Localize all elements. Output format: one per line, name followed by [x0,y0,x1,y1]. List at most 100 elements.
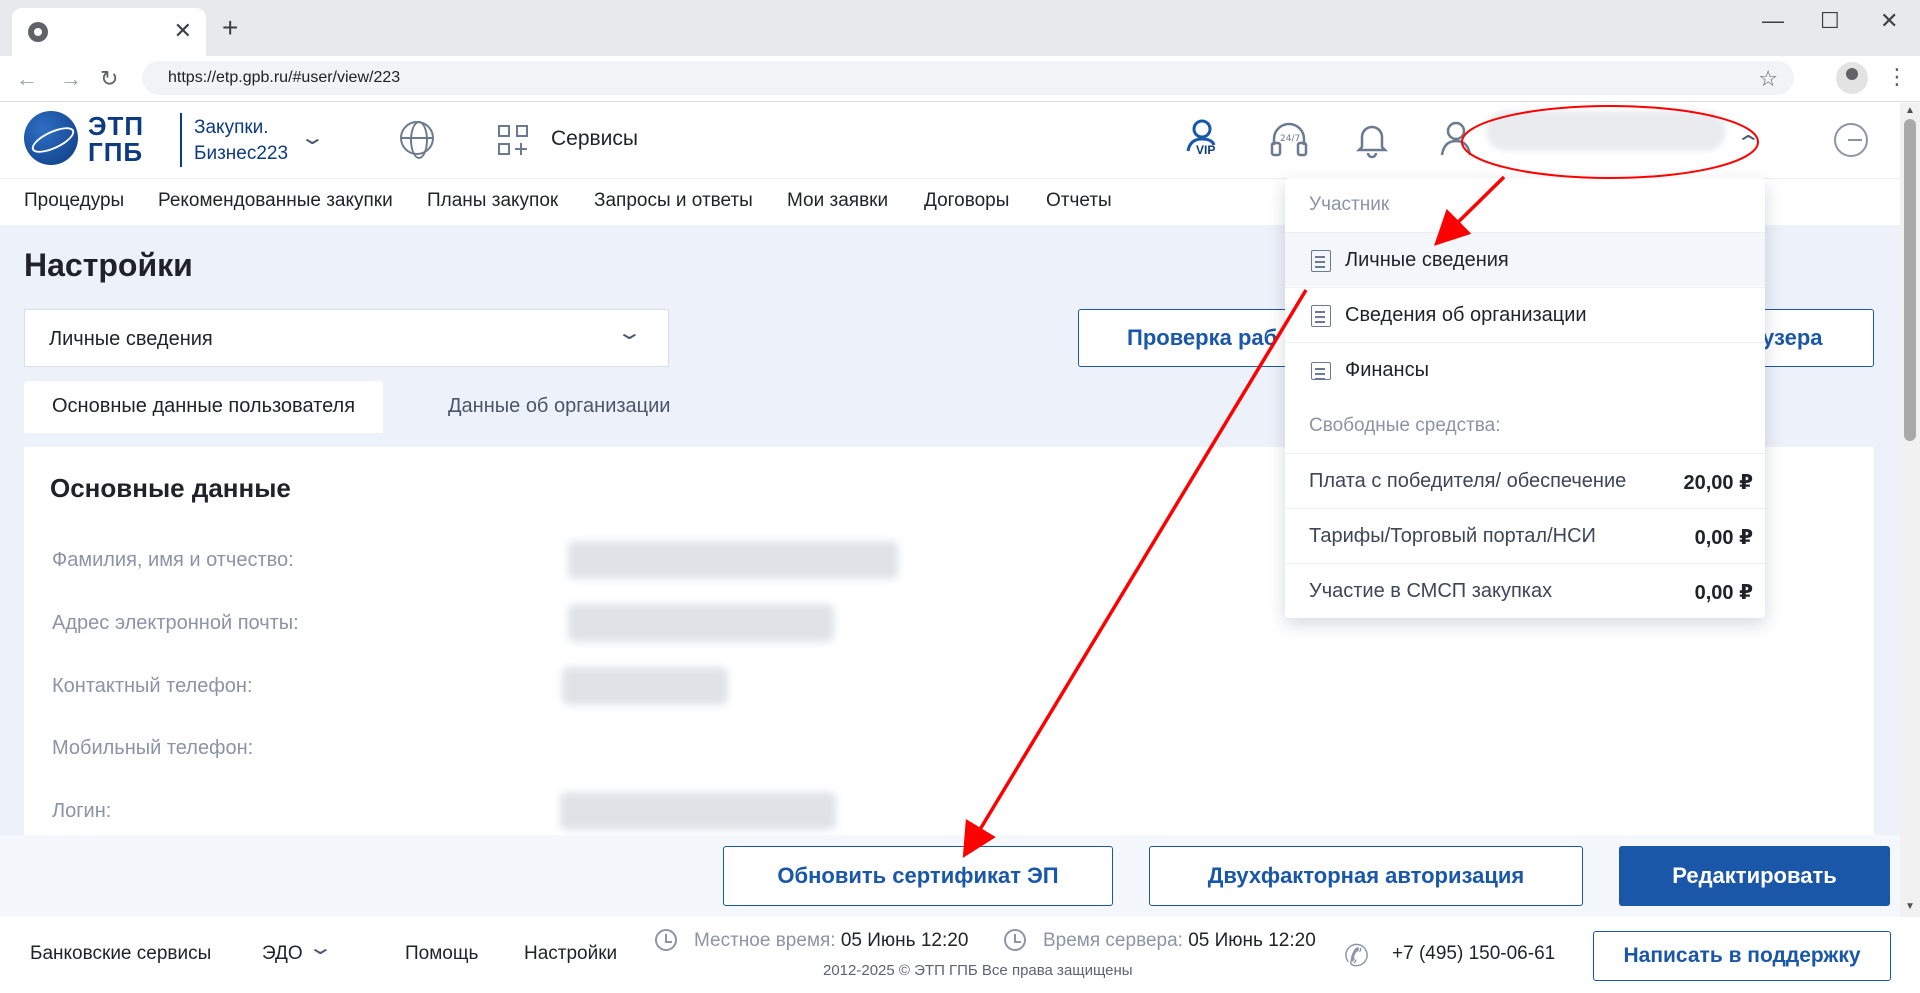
footer-help[interactable]: Помощь [405,943,478,965]
user-name-blurred[interactable] [1486,111,1726,151]
tab-org-data[interactable]: Данные об организации [420,381,698,433]
browser-tab-bar: ✕ + — ☐ ✕ [0,0,1920,56]
chrome-favicon-icon [28,22,48,42]
new-tab-icon[interactable]: + [222,14,238,42]
support-24-7-icon[interactable]: 24/7 [1266,117,1312,163]
select-chevron-down-icon: ⌄ [615,322,643,344]
server-time-clock-icon [1004,929,1026,951]
nav-plans[interactable]: Планы закупок [427,190,558,212]
server-time: Время сервера: 05 Июнь 12:20 [1043,930,1316,952]
phone-number[interactable]: +7 (495) 150-06-61 [1392,943,1555,965]
footer-settings[interactable]: Настройки [524,943,617,965]
document-user-icon [1311,250,1331,272]
settings-section-select[interactable]: Личные сведения ⌄ [24,309,669,367]
logo-text[interactable]: ЭТП ГПБ [88,113,168,165]
reload-icon[interactable]: ↻ [100,66,118,92]
browser-check-label: узера [1762,325,1823,350]
server-time-label: Время сервера: [1043,930,1183,951]
write-support-button[interactable]: Написать в поддержку [1593,931,1891,981]
field-value-login-blurred [560,792,836,830]
dropdown-item-personal[interactable]: Личные сведения [1285,232,1765,286]
vip-badge: VIP [1196,143,1216,157]
dropdown-item-organization[interactable]: Сведения об организации [1285,287,1765,341]
update-certificate-button[interactable]: Обновить сертификат ЭП [723,846,1113,906]
local-time-value: 05 Июнь 12:20 [840,930,969,951]
field-label-phone: Контактный телефон: [52,675,253,697]
dropdown-section-participant: Участник [1309,194,1390,215]
scroll-up-icon[interactable]: ▲ [1905,105,1915,116]
product-switcher[interactable]: Закупки. Бизнес223 [194,115,304,167]
browser-check-button[interactable]: узера [1762,309,1874,367]
nav-my-bids[interactable]: Мои заявки [787,190,888,212]
logout-icon[interactable] [1834,123,1868,157]
field-label-fullname: Фамилия, имя и отчество: [52,549,294,571]
two-factor-button[interactable]: Двухфакторная авторизация [1149,846,1583,906]
field-label-login: Логин: [52,800,112,822]
forward-icon[interactable]: → [60,66,82,92]
edo-chevron-down-icon[interactable]: ⌄ [307,935,334,960]
field-value-fullname-blurred [568,541,898,579]
list-icon [1311,305,1331,327]
footer-bank-services[interactable]: Банковские сервисы [30,943,211,965]
dropdown-item-finances-label: Финансы [1345,359,1429,381]
nav-procedures[interactable]: Процедуры [24,190,124,212]
dropdown-section-funds: Свободные средства: [1309,415,1501,436]
dropdown-item-personal-label: Личные сведения [1345,249,1509,271]
page-title: Настройки [24,247,193,283]
field-value-email-blurred [568,604,834,642]
local-time-label: Местное время: [694,930,836,951]
settings-select-value: Личные сведения [49,328,213,350]
action-bar: Обновить сертификат ЭП Двухфакторная авт… [0,835,1900,917]
bookmark-star-icon[interactable]: ☆ [1758,66,1778,92]
server-time-value: 05 Июнь 12:20 [1188,930,1316,951]
browser-tab[interactable]: ✕ [12,8,206,56]
services-label[interactable]: Сервисы [551,127,638,151]
tab-user-data[interactable]: Основные данные пользователя [24,381,384,433]
copyright: 2012-2025 © ЭТП ГПБ Все права защищены [823,962,1133,979]
nav-requests[interactable]: Запросы и ответы [594,190,753,212]
etp-globe-logo-icon[interactable] [24,111,78,165]
edit-button[interactable]: Редактировать [1619,846,1890,906]
user-menu-chevron-icon[interactable]: ⌄ [1735,129,1762,154]
product-chevron-down-icon[interactable]: ⌄ [299,125,326,150]
url-text: https://etp.gpb.ru/#user/view/223 [168,69,401,86]
services-grid-icon[interactable] [498,125,530,157]
close-tab-icon[interactable]: ✕ [174,18,192,44]
bell-icon[interactable] [1350,117,1396,163]
footer-edo[interactable]: ЭДО [262,943,303,965]
nav-contracts[interactable]: Договоры [924,190,1009,212]
balance-row: Участие в СМСП закупках 0,00 ₽ [1285,563,1765,618]
scroll-thumb[interactable] [1904,119,1916,441]
balance-row: Плата с победителя/ обеспечение 20,00 ₽ [1285,453,1765,508]
back-icon[interactable]: ← [16,66,38,92]
footer: Банковские сервисы ЭДО ⌄ Помощь Настройк… [0,917,1900,993]
product-line1: Закупки. [194,117,269,138]
close-window-icon[interactable]: ✕ [1880,8,1898,34]
nav-recommended[interactable]: Рекомендованные закупки [158,190,393,212]
browser-address-bar: ← → ↻ https://etp.gpb.ru/#user/view/223 … [0,56,1920,102]
dropdown-item-finances[interactable]: Финансы [1285,342,1765,396]
url-input[interactable]: https://etp.gpb.ru/#user/view/223 ☆ [142,61,1794,95]
balance-value: 20,00 ₽ [1683,472,1753,494]
balance-value: 0,00 ₽ [1694,582,1753,604]
nav-reports[interactable]: Отчеты [1046,190,1112,212]
balance-label: Плата с победителя/ обеспечение [1309,470,1627,492]
user-icon[interactable] [1434,117,1480,163]
language-globe-icon[interactable] [400,121,434,159]
page-scrollbar[interactable]: ▲ ▼ [1900,103,1920,917]
browser-profile-icon[interactable] [1836,62,1868,94]
support-badge-text: 24/7 [1280,134,1300,144]
balance-label: Участие в СМСП закупках [1309,580,1553,602]
dropdown-item-organization-label: Сведения об организации [1345,304,1587,326]
browser-menu-icon[interactable]: ⋮ [1886,64,1908,90]
balance-label: Тарифы/Торговый портал/НСИ [1309,525,1596,547]
logo-divider [180,113,182,167]
check-workplace-button[interactable]: Проверка раб [1078,309,1288,367]
vip-user-icon[interactable]: VIP [1182,117,1228,163]
maximize-icon[interactable]: ☐ [1820,8,1840,34]
minimize-icon[interactable]: — [1762,8,1784,34]
scroll-down-icon[interactable]: ▼ [1905,901,1915,912]
balance-value: 0,00 ₽ [1694,527,1753,549]
user-dropdown-menu: Участник Личные сведения Сведения об орг… [1285,178,1765,618]
field-value-phone-blurred [562,667,728,705]
